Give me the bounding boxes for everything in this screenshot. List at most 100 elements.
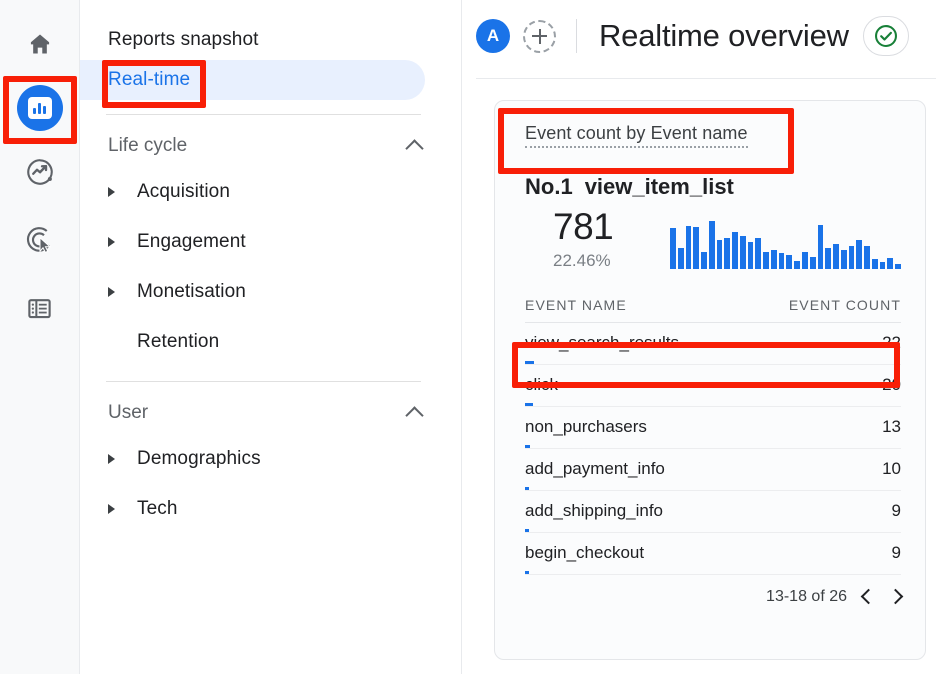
cell-event-name: add_payment_info: [525, 459, 665, 479]
header-bottom-divider: [476, 78, 936, 79]
row-progress-bar: [525, 570, 529, 574]
column-header-event-count: EVENT COUNT: [788, 296, 901, 313]
sidebar-item-reports-snapshot[interactable]: Reports snapshot: [80, 20, 425, 60]
card-title[interactable]: Event count by Event name: [525, 123, 748, 148]
advertising-icon[interactable]: [16, 216, 64, 264]
sidebar-item-tech[interactable]: Tech: [80, 484, 461, 534]
sparkline-chart: [670, 219, 901, 271]
page-header: A Realtime overview: [462, 0, 936, 72]
event-count-card: Event count by Event name No.1 view_item…: [494, 100, 926, 660]
sparkline-bar: [747, 241, 754, 269]
table-row[interactable]: begin_checkout 9: [525, 533, 901, 575]
triangle-right-icon: [108, 187, 115, 197]
sidebar-item-label: Retention: [137, 331, 220, 352]
sidebar-item-monetisation[interactable]: Monetisation: [80, 267, 461, 317]
triangle-right-icon: [108, 504, 115, 514]
row-progress-bar: [525, 528, 529, 532]
cell-event-name: click: [525, 375, 559, 395]
table-row[interactable]: non_purchasers 13: [525, 407, 901, 449]
sparkline-bar: [685, 225, 692, 269]
sidebar-item-demographics[interactable]: Demographics: [80, 434, 461, 484]
sidebar-item-engagement[interactable]: Engagement: [80, 217, 461, 267]
rank-label: No.1: [525, 174, 573, 199]
sparkline-bar: [763, 251, 769, 269]
row-progress-bar: [525, 360, 535, 364]
sparkline-bar: [809, 257, 816, 269]
configure-icon[interactable]: [16, 284, 64, 332]
sparkline-bar: [786, 255, 793, 269]
sidebar-item-label: Demographics: [137, 448, 261, 469]
cell-event-name: view_search_results: [525, 333, 680, 353]
row-progress-bar: [525, 444, 531, 448]
sparkline-bar: [817, 224, 824, 269]
table-header-row: EVENT NAME EVENT COUNT: [525, 297, 901, 323]
table-row[interactable]: add_payment_info 10: [525, 449, 901, 491]
cell-event-name: non_purchasers: [525, 417, 647, 437]
triangle-right-icon: [108, 287, 115, 297]
analytics-realtime-overview-page: Reports snapshot Real-time Life cycle Ac…: [0, 0, 936, 674]
page-title: Realtime overview: [599, 18, 849, 53]
cell-event-name: add_shipping_info: [525, 501, 664, 521]
avatar[interactable]: A: [476, 19, 510, 53]
reports-icon[interactable]: [16, 84, 64, 132]
sidebar-item-acquisition[interactable]: Acquisition: [80, 167, 461, 217]
sparkline-bar: [825, 247, 832, 269]
cell-event-count: 13: [882, 417, 901, 437]
reports-badge: [16, 85, 63, 131]
sparkline-bar: [701, 251, 707, 269]
left-icon-rail: [0, 0, 80, 674]
cell-event-count: 10: [882, 459, 901, 479]
table-row[interactable]: click 20: [525, 365, 901, 407]
triangle-right-icon: [108, 454, 115, 464]
nav-group-label: Life cycle: [108, 135, 188, 156]
nav-group-life-cycle[interactable]: Life cycle: [80, 125, 461, 167]
sparkline-bar: [833, 243, 839, 269]
sparkline-bar: [840, 249, 847, 269]
explore-icon[interactable]: [16, 148, 64, 196]
home-icon[interactable]: [16, 20, 64, 68]
metric-row: 781 22.46%: [525, 206, 901, 271]
sidebar-item-label: Tech: [137, 498, 178, 519]
metric-values: 781 22.46%: [525, 206, 670, 271]
header-divider: [576, 19, 577, 53]
rank-value: view_item_list: [584, 174, 734, 199]
pagination-next-icon[interactable]: [887, 589, 904, 605]
sparkline-bar: [724, 238, 731, 269]
sidebar-item-real-time[interactable]: Real-time: [80, 60, 425, 100]
sparkline-bar: [887, 258, 894, 269]
event-count-value: 781: [553, 206, 614, 247]
add-comparison-icon[interactable]: [523, 19, 556, 53]
column-header-event-name: EVENT NAME: [525, 296, 627, 313]
table-row[interactable]: add_shipping_info 9: [525, 491, 901, 533]
chevron-up-icon: [405, 139, 424, 158]
sparkline-bar: [856, 240, 863, 269]
sidebar-item-label: Acquisition: [137, 181, 230, 202]
sidebar-item-label: Reports snapshot: [108, 29, 259, 50]
pagination-prev-icon[interactable]: [860, 589, 877, 605]
sparkline-bar: [794, 261, 801, 269]
table-row[interactable]: view_search_results 22: [525, 323, 901, 365]
chevron-up-icon: [405, 406, 424, 425]
sidebar-item-retention[interactable]: Retention: [80, 317, 461, 367]
nav-group-user[interactable]: User: [80, 392, 461, 434]
cell-event-count: 9: [891, 543, 901, 563]
top-event-row: No.1 view_item_list: [525, 174, 901, 200]
sparkline-bar: [677, 247, 684, 269]
sparkline-bar: [879, 262, 886, 269]
sparkline-bar: [739, 236, 746, 269]
row-progress-bar: [525, 402, 533, 406]
sparkline-bar: [848, 245, 855, 269]
sparkline-bar: [864, 245, 870, 269]
main-content: A Realtime overview Event count by Event…: [462, 0, 936, 674]
sparkline-bar: [770, 249, 777, 269]
pagination: 13-18 of 26: [525, 587, 904, 606]
sparkline-bar: [732, 232, 738, 269]
sparkline-bar: [895, 264, 901, 269]
reports-nav-panel: Reports snapshot Real-time Life cycle Ac…: [80, 0, 462, 674]
sidebar-item-label: Real-time: [108, 69, 191, 90]
realtime-status-badge[interactable]: [862, 16, 909, 56]
sparkline-bar: [716, 240, 723, 269]
table-body: view_search_results 22 click 20 non_purchase…: [525, 323, 901, 575]
event-count-percent: 22.46%: [553, 250, 611, 270]
pagination-range: 13-18 of 26: [766, 587, 847, 605]
